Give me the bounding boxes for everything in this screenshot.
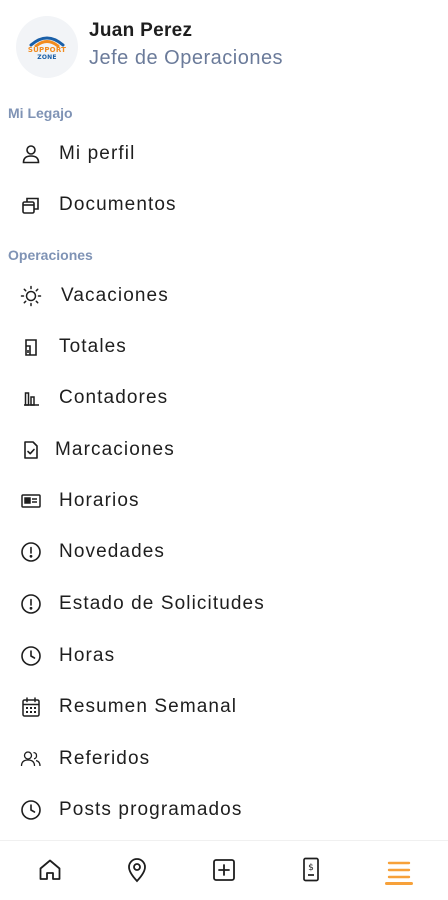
user-name: Juan Perez: [89, 20, 193, 41]
nav-home-button[interactable]: [35, 855, 65, 885]
menu-item-mi-perfil[interactable]: Mi perfil: [0, 132, 448, 176]
menu-label: Horarios: [59, 490, 140, 511]
svg-text:$: $: [308, 863, 314, 873]
menu-label: Horas: [59, 645, 116, 666]
nav-add-button[interactable]: [209, 855, 239, 885]
menu-item-estado-solicitudes[interactable]: Estado de Solicitudes: [0, 582, 448, 626]
menu-item-vacaciones[interactable]: Vacaciones: [0, 274, 448, 318]
alert-circle-icon: [20, 593, 42, 615]
home-icon: [39, 859, 61, 880]
alert-circle-icon: [20, 541, 42, 563]
logo-line1: SUPPORT: [27, 46, 67, 54]
logo-text: SUPPORT ZONE: [27, 46, 67, 62]
company-logo-avatar: SUPPORT ZONE: [16, 16, 78, 78]
menu-label: Totales: [59, 336, 127, 357]
totals-icon: [20, 336, 42, 358]
menu-item-novedades[interactable]: Novedades: [0, 530, 448, 574]
menu-item-totales[interactable]: Totales: [0, 325, 448, 369]
nav-location-button[interactable]: [122, 855, 152, 885]
id-card-icon: [20, 490, 42, 512]
menu-label: Documentos: [59, 194, 177, 215]
menu-item-documentos[interactable]: Documentos: [0, 183, 448, 227]
menu-item-horas[interactable]: Horas: [0, 634, 448, 678]
menu-label: Novedades: [59, 541, 166, 562]
documents-icon: [20, 194, 42, 216]
menu-label: Referidos: [59, 748, 151, 769]
menu-icon: [387, 861, 411, 879]
menu-item-posts-programados[interactable]: Posts programados: [0, 788, 448, 832]
plus-square-icon: [213, 859, 235, 881]
user-role: Jefe de Operaciones: [89, 47, 284, 69]
active-tab-indicator: [385, 882, 413, 885]
logo-line2: ZONE: [37, 54, 57, 61]
menu-label: Vacaciones: [61, 285, 169, 306]
calendar-icon: [20, 696, 42, 718]
clock-icon: [20, 799, 42, 821]
payslip-icon: $: [303, 857, 319, 882]
nav-menu-button[interactable]: [384, 855, 414, 885]
section-title-operaciones: Operaciones: [8, 247, 93, 263]
menu-label: Mi perfil: [59, 143, 136, 164]
user-icon: [20, 143, 42, 165]
users-icon: [20, 748, 42, 770]
menu-item-marcaciones[interactable]: Marcaciones: [0, 428, 448, 472]
menu-item-resumen-semanal[interactable]: Resumen Semanal: [0, 685, 448, 729]
menu-label: Resumen Semanal: [59, 696, 238, 717]
section-title-mi-legajo: Mi Legajo: [8, 105, 73, 121]
location-pin-icon: [128, 858, 146, 883]
menu-label: Estado de Solicitudes: [59, 593, 265, 614]
clock-icon: [20, 645, 42, 667]
menu-label: Contadores: [59, 387, 169, 408]
menu-item-referidos[interactable]: Referidos: [0, 737, 448, 781]
profile-header: SUPPORT ZONE Juan Perez Jefe de Operacio…: [0, 0, 448, 96]
logo-arcs-icon: [29, 36, 65, 47]
menu-label: Posts programados: [59, 799, 243, 820]
bottom-navigation: $: [0, 840, 448, 900]
sun-icon: [20, 285, 42, 307]
nav-payslip-button[interactable]: $: [296, 855, 326, 885]
file-check-icon: [20, 439, 42, 461]
menu-label: Marcaciones: [55, 439, 175, 460]
menu-item-horarios[interactable]: Horarios: [0, 479, 448, 523]
menu-item-contadores[interactable]: Contadores: [0, 376, 448, 420]
bar-chart-icon: [20, 387, 42, 409]
